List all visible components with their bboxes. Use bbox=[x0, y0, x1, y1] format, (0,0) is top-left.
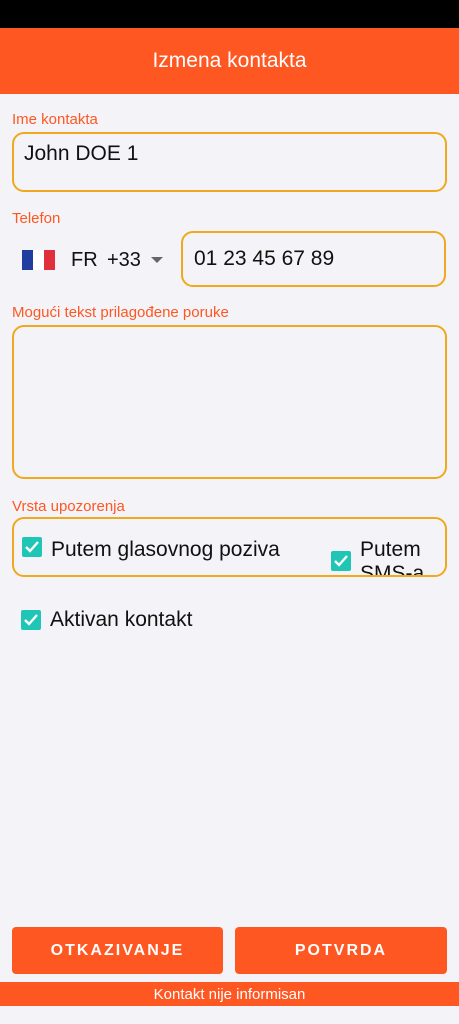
footer-status-text: Kontakt nije informisan bbox=[153, 985, 306, 1003]
app-bar: Izmena kontakta bbox=[0, 28, 459, 94]
check-icon bbox=[24, 614, 38, 626]
contact-name-input[interactable]: John DOE 1 bbox=[12, 132, 447, 192]
france-flag-icon[interactable] bbox=[22, 250, 55, 270]
message-textarea[interactable] bbox=[12, 325, 447, 479]
alert-type-group: Putem glasovnog poziva Putem SMS-a bbox=[12, 517, 447, 577]
country-code[interactable]: FR bbox=[71, 249, 98, 272]
active-contact-label[interactable]: Aktivan kontakt bbox=[50, 608, 192, 632]
dial-code[interactable]: +33 bbox=[107, 249, 141, 272]
sms-checkbox[interactable] bbox=[331, 551, 351, 571]
phone-label: Telefon bbox=[12, 210, 61, 227]
contact-name-label: Ime kontakta bbox=[12, 111, 98, 128]
active-contact-checkbox[interactable] bbox=[21, 610, 41, 630]
status-bar bbox=[0, 0, 459, 28]
phone-value: 01 23 45 67 89 bbox=[194, 247, 335, 270]
check-icon bbox=[25, 541, 39, 553]
confirm-button[interactable]: POTVRDA bbox=[235, 927, 447, 974]
check-icon bbox=[334, 555, 348, 567]
phone-input[interactable]: 01 23 45 67 89 bbox=[181, 231, 446, 287]
footer-status: Kontakt nije informisan bbox=[0, 982, 459, 1006]
voice-call-label[interactable]: Putem glasovnog poziva bbox=[51, 538, 280, 562]
cancel-button[interactable]: OTKAZIVANJE bbox=[12, 927, 223, 974]
message-label: Mogući tekst prilagođene poruke bbox=[12, 304, 229, 321]
sms-label[interactable]: Putem SMS-a bbox=[360, 538, 440, 575]
alert-type-label: Vrsta upozorenja bbox=[12, 498, 125, 515]
page-title: Izmena kontakta bbox=[152, 49, 307, 72]
contact-name-value: John DOE 1 bbox=[24, 142, 139, 165]
chevron-down-icon[interactable] bbox=[151, 257, 163, 263]
voice-call-checkbox[interactable] bbox=[22, 537, 42, 557]
